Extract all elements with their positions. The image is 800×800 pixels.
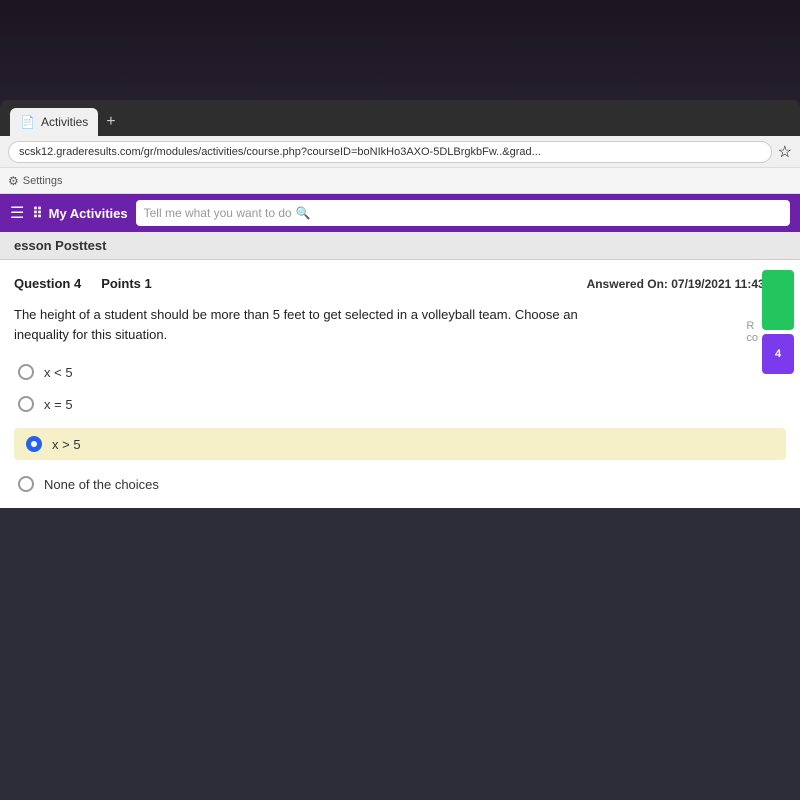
screen-wrapper: 📄 Activities + scsk12.graderesults.com/g…	[0, 0, 800, 800]
answer-option-1[interactable]: x < 5	[18, 364, 786, 380]
question-container: Question 4 Points 1 Answered On: 07/19/2…	[0, 260, 800, 508]
search-icon: 🔍	[296, 206, 311, 220]
sidebar-purple-button-4[interactable]: 4	[762, 334, 794, 374]
browser-tabs: 📄 Activities +	[0, 100, 800, 136]
option-2-text: x = 5	[44, 397, 73, 412]
right-hint-text: R co	[746, 320, 758, 344]
hint-c: co	[746, 332, 758, 344]
hamburger-icon[interactable]: ☰	[10, 203, 24, 223]
my-activities-label: My Activities	[49, 206, 128, 221]
question-label: Question 4	[14, 276, 81, 291]
my-activities-button[interactable]: ⠿ My Activities	[32, 205, 127, 222]
address-bar: scsk12.graderesults.com/gr/modules/activ…	[0, 136, 800, 168]
url-text: scsk12.graderesults.com/gr/modules/activ…	[19, 146, 541, 158]
bookmark-icon[interactable]: ☆	[778, 142, 792, 162]
option-1-text: x < 5	[44, 365, 73, 380]
radio-button-2[interactable]	[18, 396, 34, 412]
radio-button-4[interactable]	[18, 476, 34, 492]
radio-button-3[interactable]	[26, 436, 42, 452]
content-area: esson Posttest Question 4 Points 1 Answe…	[0, 232, 800, 508]
question-text: The height of a student should be more t…	[14, 305, 594, 344]
settings-label[interactable]: Settings	[23, 175, 63, 187]
browser-chrome: 📄 Activities + scsk12.graderesults.com/g…	[0, 100, 800, 508]
lesson-header-text: esson Posttest	[14, 238, 106, 253]
active-tab[interactable]: 📄 Activities	[10, 108, 98, 136]
option-4-text: None of the choices	[44, 477, 159, 492]
search-placeholder-text: Tell me what you want to do	[144, 206, 292, 220]
points-label: Points 1	[101, 276, 152, 291]
option-3-text: x > 5	[52, 437, 81, 452]
tab-favicon: 📄	[20, 115, 35, 129]
url-input[interactable]: scsk12.graderesults.com/gr/modules/activ…	[8, 141, 772, 163]
settings-bar: ⚙ Settings	[0, 168, 800, 194]
radio-inner-3	[31, 441, 37, 447]
answer-options: x < 5 x = 5 x > 5	[14, 364, 786, 492]
question-meta: Question 4 Points 1 Answered On: 07/19/2…	[14, 276, 786, 291]
search-bar[interactable]: Tell me what you want to do 🔍	[136, 200, 790, 226]
hint-r: R	[746, 320, 754, 332]
sidebar-green-button[interactable]	[762, 270, 794, 330]
answer-option-2[interactable]: x = 5	[18, 396, 786, 412]
grid-icon: ⠿	[32, 205, 42, 222]
tab-label: Activities	[41, 115, 88, 129]
new-tab-button[interactable]: +	[98, 108, 123, 136]
answer-option-3[interactable]: x > 5	[14, 428, 786, 460]
lesson-header: esson Posttest	[0, 232, 800, 260]
nav-bar: ☰ ⠿ My Activities Tell me what you want …	[0, 194, 800, 232]
gear-icon: ⚙	[8, 174, 19, 188]
radio-button-1[interactable]	[18, 364, 34, 380]
answer-option-4[interactable]: None of the choices	[18, 476, 786, 492]
right-sidebar-buttons: 4	[756, 260, 800, 384]
